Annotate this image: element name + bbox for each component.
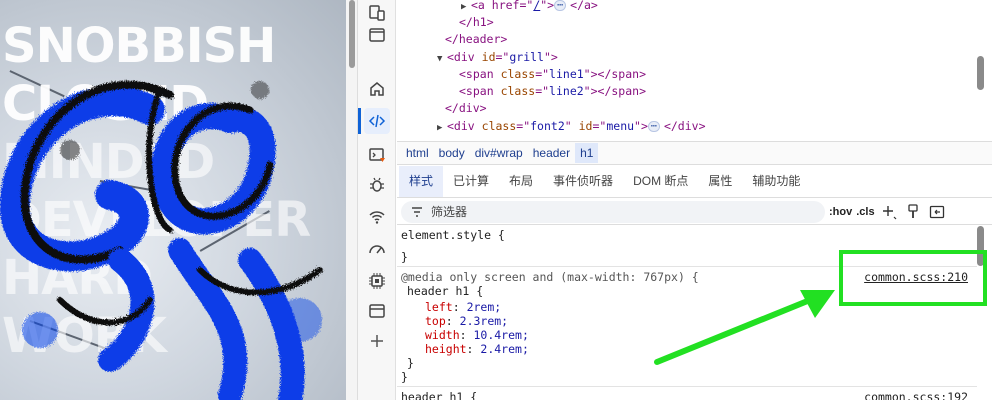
collapsed-ellipsis[interactable]: ⋯ bbox=[554, 0, 567, 11]
tab-styles[interactable]: 样式 bbox=[399, 166, 444, 197]
dom-node-h1-close[interactable]: </h1> bbox=[459, 14, 494, 31]
preview-scrollbar[interactable] bbox=[346, 0, 358, 400]
tag-text: </a> bbox=[570, 0, 598, 12]
filter-input[interactable] bbox=[431, 204, 811, 219]
crumb-div-wrap[interactable]: div#wrap bbox=[470, 143, 528, 163]
new-rule-icon[interactable] bbox=[879, 202, 899, 222]
collapsed-ellipsis[interactable]: ⋯ bbox=[647, 121, 660, 132]
tag-text: > bbox=[550, 50, 558, 64]
attr-name: class bbox=[500, 67, 536, 81]
prop-width[interactable]: width: 10.4rem; bbox=[425, 328, 529, 342]
tag-text: ></span> bbox=[590, 84, 646, 98]
attr-name: id bbox=[481, 50, 496, 64]
element-style-close: } bbox=[401, 250, 408, 264]
memory-chip-icon[interactable] bbox=[364, 268, 390, 294]
filter-toolbar: :hov .cls bbox=[397, 199, 992, 225]
attr-name: id bbox=[578, 119, 593, 133]
active-tab-indicator bbox=[358, 108, 361, 134]
tag-text: "> bbox=[540, 0, 555, 12]
crumb-h1[interactable]: h1 bbox=[575, 143, 599, 163]
dom-node-div-close[interactable]: </div> bbox=[445, 100, 487, 117]
expand-triangle-icon[interactable]: ▶ bbox=[437, 120, 447, 137]
tag-text: <div bbox=[447, 50, 475, 64]
attr-value: line2 bbox=[549, 84, 584, 98]
attr-value: grill bbox=[509, 50, 544, 64]
attr-value: line1 bbox=[549, 67, 584, 81]
devtools-activity-bar bbox=[358, 0, 396, 400]
dom-node-span-line1[interactable]: <span class="line1"></span> bbox=[459, 66, 646, 83]
crumb-body[interactable]: body bbox=[434, 143, 470, 163]
styles-tabs: 样式 已计算 布局 事件侦听器 DOM 断点 属性 辅助功能 bbox=[397, 166, 992, 198]
tab-event-listeners[interactable]: 事件侦听器 bbox=[543, 166, 623, 197]
bug-icon[interactable] bbox=[364, 172, 390, 198]
dom-tree: ▶ <a href="/"> ⋯ </a> </h1> </header> ▼ <div… bbox=[397, 0, 992, 140]
crumb-html[interactable]: html bbox=[401, 143, 434, 163]
tag-text: > bbox=[640, 119, 648, 133]
media-query: @media only screen and (max-width: 767px… bbox=[401, 270, 699, 284]
dom-node-grill[interactable]: ▼ <div id="grill"> bbox=[437, 49, 558, 66]
dom-tree-scrollbar[interactable] bbox=[977, 56, 984, 90]
rule-close-inner: } bbox=[407, 356, 414, 370]
prop-left[interactable]: left: 2rem; bbox=[425, 300, 501, 314]
scrollbar-thumb[interactable] bbox=[349, 0, 355, 68]
elements-icon[interactable] bbox=[364, 108, 390, 134]
attr-name: class bbox=[500, 84, 536, 98]
crumb-header[interactable]: header bbox=[528, 143, 575, 163]
prop-top[interactable]: top: 2.3rem; bbox=[425, 314, 508, 328]
paint-brush-icon[interactable] bbox=[903, 202, 923, 222]
tab-computed[interactable]: 已计算 bbox=[443, 166, 499, 197]
next-rule-selector[interactable]: header h1 { bbox=[401, 390, 477, 400]
filter-icon bbox=[412, 206, 422, 217]
styles-pane: element.style { } @media only screen and… bbox=[397, 226, 992, 400]
rule-close-outer: } bbox=[401, 370, 408, 384]
tag-text: <div bbox=[447, 119, 475, 133]
styles-scrollbar[interactable] bbox=[977, 226, 984, 266]
breadcrumb: html body div#wrap header h1 bbox=[397, 141, 992, 165]
home-icon[interactable] bbox=[364, 76, 390, 102]
page-preview: SNOBBISH CLOSED MINDED DEVELOPER HARD WO… bbox=[0, 0, 346, 400]
attr-value: menu bbox=[606, 119, 635, 133]
dom-node-span-line2[interactable]: <span class="line2"></span> bbox=[459, 83, 646, 100]
tag-text: <a href=" bbox=[471, 0, 534, 12]
prop-height[interactable]: height: 2.4rem; bbox=[425, 342, 529, 356]
dom-node-header-close[interactable]: </header> bbox=[445, 31, 507, 48]
tab-accessibility[interactable]: 辅助功能 bbox=[742, 166, 810, 197]
tab-dom-breakpoints[interactable]: DOM 断点 bbox=[623, 166, 698, 197]
wifi-icon[interactable] bbox=[364, 204, 390, 230]
tag-text: ></span> bbox=[590, 67, 646, 81]
window-icon[interactable] bbox=[364, 22, 390, 48]
tag-text: <span bbox=[459, 67, 494, 81]
console-icon[interactable] bbox=[364, 142, 390, 168]
collapse-triangle-icon[interactable]: ▼ bbox=[437, 51, 447, 68]
performance-icon[interactable] bbox=[364, 236, 390, 262]
filter-box[interactable] bbox=[401, 200, 825, 223]
cls-toggle[interactable]: .cls bbox=[856, 206, 874, 218]
tag-text: </div> bbox=[663, 119, 706, 133]
attr-value: font2 bbox=[530, 119, 565, 133]
add-tool-icon[interactable] bbox=[364, 328, 390, 354]
graffiti-artwork bbox=[0, 80, 323, 400]
rule-selector[interactable]: header h1 { bbox=[407, 284, 483, 298]
tag-text: <span bbox=[459, 84, 494, 98]
tab-properties[interactable]: 属性 bbox=[698, 166, 742, 197]
attr-name: class bbox=[481, 119, 517, 133]
source-link-common-scss-192[interactable]: common.scss:192 bbox=[864, 390, 968, 400]
dom-node-menu[interactable]: ▶ <div class="font2" id="menu"> ⋯ </div> bbox=[437, 118, 706, 135]
rule-divider bbox=[397, 266, 977, 267]
application-icon[interactable] bbox=[364, 298, 390, 324]
hov-toggle[interactable]: :hov bbox=[829, 206, 852, 218]
rule-divider bbox=[397, 386, 977, 387]
toggle-sidebar-icon[interactable] bbox=[927, 202, 947, 222]
tab-layout[interactable]: 布局 bbox=[499, 166, 543, 197]
element-style-selector[interactable]: element.style { bbox=[401, 228, 505, 242]
dom-node-a[interactable]: ▶ <a href="/"> ⋯ </a> bbox=[461, 0, 598, 14]
source-link-common-scss-210[interactable]: common.scss:210 bbox=[864, 270, 968, 284]
